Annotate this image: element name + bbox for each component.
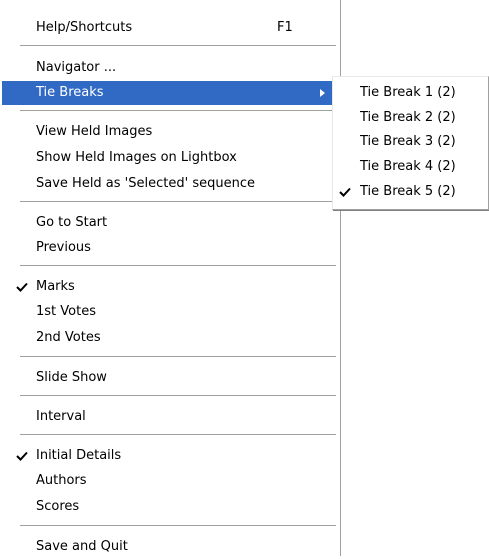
menu-item-label: 1st Votes xyxy=(36,304,96,319)
menu-item-label: Initial Details xyxy=(36,448,122,463)
menu-item-label: Scores xyxy=(36,499,80,514)
menu-item-label: Slide Show xyxy=(36,370,107,385)
submenu-item-label: Tie Break 1 (2) xyxy=(360,85,456,100)
submenu-item-label: Tie Break 3 (2) xyxy=(360,134,456,149)
menu-separator xyxy=(20,201,336,203)
menu-item-go-to-start[interactable]: Go to Start xyxy=(0,211,339,235)
check-icon xyxy=(16,444,30,468)
menu-item-initial-details[interactable]: Initial Details xyxy=(0,444,339,468)
submenu-item-tie-break-1[interactable]: Tie Break 1 (2) xyxy=(333,81,488,105)
context-menu: Help/Shortcuts F1 Navigator ... Tie Brea… xyxy=(0,0,341,556)
menu-item-label: Save and Quit xyxy=(36,539,128,554)
chevron-right-icon xyxy=(320,89,325,97)
menu-item-tie-breaks[interactable]: Tie Breaks xyxy=(2,81,339,105)
menu-item-previous[interactable]: Previous xyxy=(0,236,339,260)
menu-separator xyxy=(20,525,336,527)
menu-item-interval[interactable]: Interval xyxy=(0,405,339,429)
menu-item-1st-votes[interactable]: 1st Votes xyxy=(0,300,339,324)
submenu-item-tie-break-4[interactable]: Tie Break 4 (2) xyxy=(333,155,488,179)
menu-item-label: Authors xyxy=(36,473,87,488)
menu-separator xyxy=(20,356,336,358)
shortcut-key: F1 xyxy=(277,20,293,35)
menu-item-help-shortcuts[interactable]: Help/Shortcuts F1 xyxy=(0,16,339,40)
menu-item-navigator[interactable]: Navigator ... xyxy=(0,56,339,80)
menu-item-label: Navigator ... xyxy=(36,60,117,75)
menu-item-label: Previous xyxy=(36,240,91,255)
menu-item-label: Show Held Images on Lightbox xyxy=(36,150,237,165)
check-icon xyxy=(16,275,30,299)
menu-separator xyxy=(20,45,336,47)
menu-item-save-and-quit[interactable]: Save and Quit xyxy=(0,535,339,559)
menu-item-label: Help/Shortcuts xyxy=(36,20,133,35)
menu-item-label: Interval xyxy=(36,409,86,424)
menu-item-label: Marks xyxy=(36,279,75,294)
menu-item-label: Tie Breaks xyxy=(36,85,104,100)
menu-separator xyxy=(20,265,336,267)
check-icon xyxy=(339,180,353,204)
menu-item-authors[interactable]: Authors xyxy=(0,469,339,493)
menu-separator xyxy=(20,110,336,112)
menu-item-2nd-votes[interactable]: 2nd Votes xyxy=(0,326,339,350)
menu-item-scores[interactable]: Scores xyxy=(0,495,339,519)
submenu-item-tie-break-5[interactable]: Tie Break 5 (2) xyxy=(333,180,488,204)
menu-separator xyxy=(20,395,336,397)
menu-item-slide-show[interactable]: Slide Show xyxy=(0,366,339,390)
submenu-item-tie-break-3[interactable]: Tie Break 3 (2) xyxy=(333,130,488,154)
submenu-item-label: Tie Break 5 (2) xyxy=(360,184,456,199)
menu-item-label: Save Held as 'Selected' sequence xyxy=(36,176,255,191)
menu-separator xyxy=(20,434,336,436)
submenu-item-label: Tie Break 4 (2) xyxy=(360,159,456,174)
menu-item-show-held-lightbox[interactable]: Show Held Images on Lightbox xyxy=(0,146,339,170)
submenu-item-tie-break-2[interactable]: Tie Break 2 (2) xyxy=(333,106,488,130)
menu-item-save-held-selected[interactable]: Save Held as 'Selected' sequence xyxy=(0,172,339,196)
menu-item-label: Go to Start xyxy=(36,215,108,230)
menu-item-label: View Held Images xyxy=(36,124,153,139)
tie-breaks-submenu: Tie Break 1 (2) Tie Break 2 (2) Tie Brea… xyxy=(332,76,489,210)
menu-item-marks[interactable]: Marks xyxy=(0,275,339,299)
menu-item-label: 2nd Votes xyxy=(36,330,101,345)
menu-item-view-held-images[interactable]: View Held Images xyxy=(0,120,339,144)
submenu-item-label: Tie Break 2 (2) xyxy=(360,110,456,125)
